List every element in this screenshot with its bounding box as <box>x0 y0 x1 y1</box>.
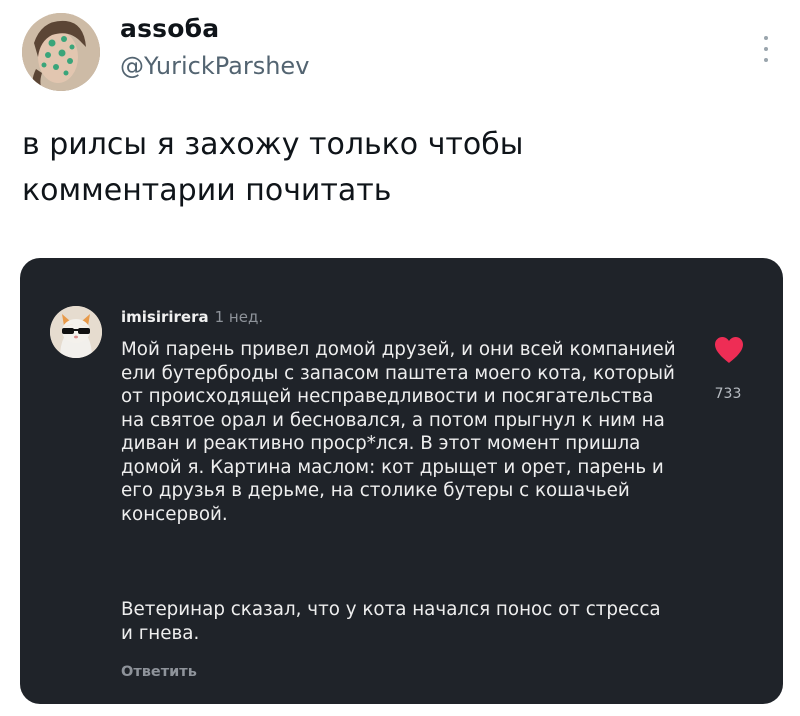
more-dot <box>764 36 768 40</box>
embedded-comment-screenshot[interactable]: imisirirera 1 нед. Мой парень привел домо… <box>20 258 783 704</box>
commenter-username[interactable]: imisirirera <box>121 308 209 326</box>
more-dot <box>764 58 768 62</box>
commenter-avatar <box>50 306 102 358</box>
author-avatar[interactable] <box>22 13 100 91</box>
author-avatar-image <box>22 13 100 91</box>
author-handle[interactable]: @YurickParshev <box>120 52 309 80</box>
more-dot <box>764 47 768 51</box>
reply-button[interactable]: Ответить <box>121 664 197 680</box>
commenter-avatar-image <box>50 306 102 358</box>
author-display-name[interactable]: assoбa <box>120 14 219 43</box>
comment-timestamp: 1 нед. <box>214 308 264 326</box>
commenter-header: imisirirera 1 нед. <box>121 308 263 326</box>
tweet-text: в рилсы я захожу только чтобы комментари… <box>22 127 524 208</box>
comment-text: Мой парень привел домой друзей, и они вс… <box>121 339 676 525</box>
like-count: 733 <box>714 386 742 402</box>
comment-text-continued: Ветеринар сказал, что у кота начался пон… <box>121 599 661 644</box>
more-options-icon[interactable] <box>756 32 776 66</box>
heart-icon[interactable] <box>714 336 744 364</box>
